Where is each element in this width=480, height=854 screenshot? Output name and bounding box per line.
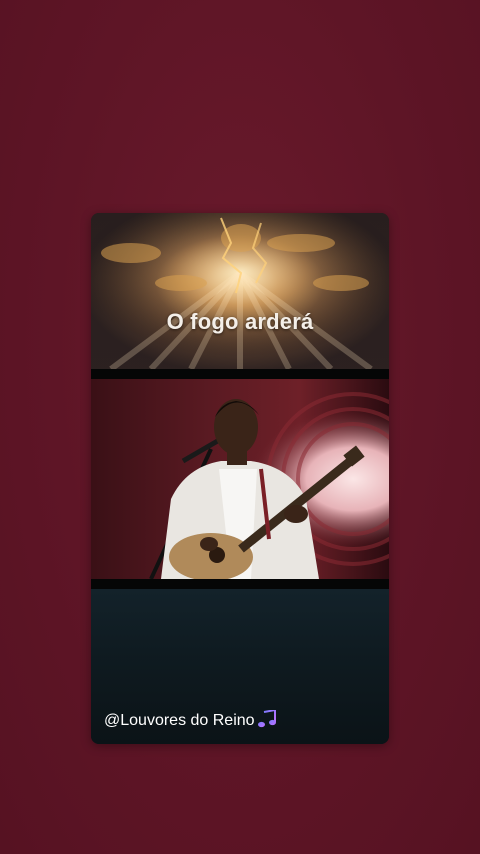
caption-row: @Louvores do Reino xyxy=(104,708,278,731)
letterbox-bar-bottom xyxy=(91,579,389,589)
story-title: O fogo arderá xyxy=(166,309,314,334)
singer-video-frame[interactable] xyxy=(91,379,389,579)
singer-with-guitar-image xyxy=(91,379,389,579)
letterbox-bar-top xyxy=(91,369,389,379)
sky-rays-image: O fogo arderá xyxy=(91,213,389,369)
story-card[interactable]: O fogo arderá @Louvores do Reino xyxy=(91,213,389,744)
musical-notes-icon xyxy=(256,708,278,728)
light-rays-graphic xyxy=(91,213,389,369)
caption-text: @Louvores do Reino xyxy=(104,712,255,729)
